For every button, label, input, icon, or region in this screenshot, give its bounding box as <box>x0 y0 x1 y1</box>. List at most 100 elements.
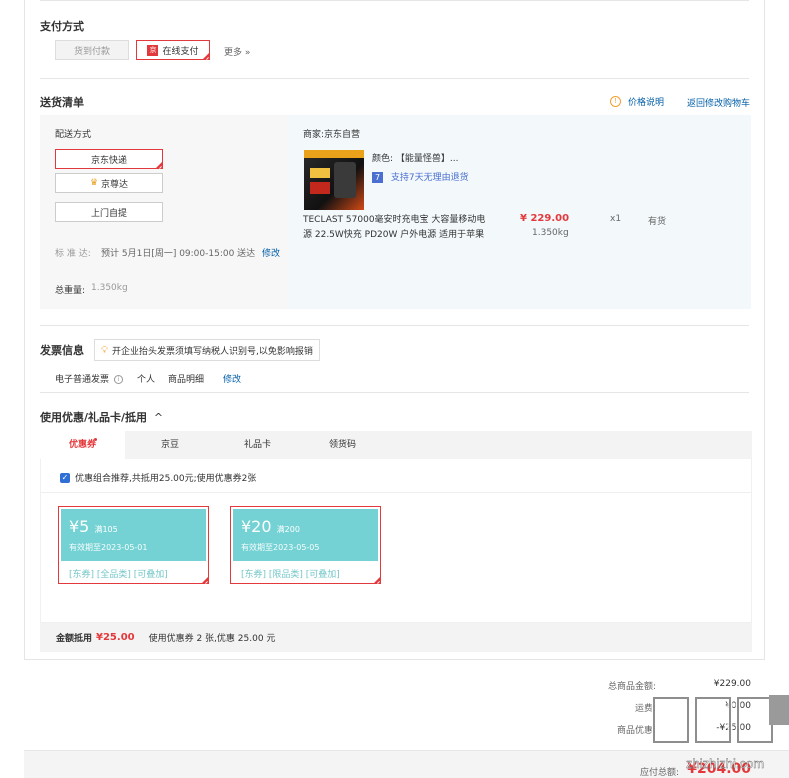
selected-corner-icon <box>202 52 210 60</box>
selected-corner-icon <box>155 161 163 169</box>
product-name-line1[interactable]: TECLAST 57000毫安时充电宝 大容量移动电 <box>303 212 485 225</box>
tab-giftcard[interactable]: 礼品卡 <box>230 431 285 459</box>
crown-icon: ♛ <box>89 178 99 188</box>
discount-row: 商品优惠: -¥25.00 <box>531 723 751 737</box>
coupon-card-header: ¥5 满105 有效期至2023-05-01 <box>61 509 206 561</box>
bulb-icon: 💡︎ <box>101 344 108 356</box>
back-to-cart-link[interactable]: 返回修改购物车 <box>687 96 750 109</box>
discount-label: 商品优惠: <box>616 726 656 736</box>
image-banner <box>304 150 364 158</box>
jd-express-label: 京东快递 <box>90 155 127 166</box>
image-label-block <box>310 182 330 194</box>
invoice-type-label: 电子普通发票 <box>55 375 110 385</box>
coupon-valid: 有效期至2023-05-05 <box>241 543 320 552</box>
product-panel: 商家:京东自营 颜色: 【能量怪兽】... 7 支持7天无理由退货 TECLAS… <box>288 115 751 309</box>
coupon-amount-group: ¥20 满200 <box>241 517 300 536</box>
standard-delivery-label: 标 准 达: <box>55 249 91 259</box>
top-divider <box>40 0 749 1</box>
freight-row: 运费: ¥0.00 <box>531 701 751 715</box>
return-tag: 7 支持7天无理由退货 <box>372 170 469 183</box>
merchant-label: 商家:京东自营 <box>303 130 361 140</box>
jd-express-button[interactable]: 京东快递 <box>55 149 163 169</box>
price-note-label: 价格说明 <box>628 98 665 108</box>
coupon-card-1[interactable]: ¥5 满105 有效期至2023-05-01 [东券] [全品类] [可叠加] <box>58 506 209 584</box>
coupon-summary: 金额抵用 ¥25.00 使用优惠券 2 张,优惠 25.00 元 <box>40 623 752 652</box>
coupon-list-area: ✓ 优惠组合推荐,共抵用25.00元;使用优惠券2张 ¥5 满105 有效期至2… <box>40 459 752 623</box>
self-pickup-button[interactable]: 上门自提 <box>55 202 163 222</box>
info-icon[interactable]: i <box>113 375 123 384</box>
product-price: ¥ 229.00 <box>520 213 570 224</box>
invoice-detail: 商品明细 <box>168 375 205 385</box>
side-float-button[interactable] <box>769 695 789 725</box>
payable-bar: 应付总额: ¥204.00 <box>24 750 789 778</box>
coupon-tabs: 优惠券 京豆 礼品卡 领货码 <box>40 431 752 459</box>
coupon-card-2[interactable]: ¥20 满200 有效期至2023-05-05 [东券] [限品类] [可叠加] <box>230 506 381 584</box>
self-pickup-label: 上门自提 <box>90 208 127 219</box>
coupon-condition: 满200 <box>276 525 300 534</box>
product-image[interactable] <box>304 150 364 210</box>
coupon-card-header: ¥20 满200 有效期至2023-05-05 <box>233 509 378 561</box>
product-color: 颜色: 【能量怪兽】... <box>372 151 459 164</box>
delivery-method-label: 配送方式 <box>55 130 92 140</box>
coupon-title[interactable]: 使用优惠/礼品卡/抵用 ^ <box>40 409 163 425</box>
coupon-valid: 有效期至2023-05-01 <box>69 543 148 552</box>
recommend-row: ✓ 优惠组合推荐,共抵用25.00元;使用优惠券2张 <box>60 471 256 484</box>
freight-label: 运费: <box>634 704 656 714</box>
product-qty: x1 <box>610 214 622 224</box>
tab-coupons[interactable]: 优惠券 <box>40 431 125 459</box>
total-weight-label: 总重量: <box>55 286 86 296</box>
coupon-amount: ¥5 <box>69 517 90 536</box>
color-label: 颜色: <box>372 154 394 164</box>
tab-jingdou[interactable]: 京豆 <box>145 431 195 459</box>
coupon-condition: 满105 <box>94 525 118 534</box>
image-powerbank <box>334 162 356 198</box>
product-name-line2[interactable]: 源 22.5W快充 PD20W 户外电源 适用于苹果 <box>303 227 484 240</box>
payable-label: 应付总额: <box>639 768 679 778</box>
more-payment-link[interactable]: 更多 » <box>224 45 250 58</box>
discount-value: -¥25.00 <box>716 723 751 733</box>
total-weight-value: 1.350kg <box>91 283 128 293</box>
online-pay-label: 在线支付 <box>162 46 199 57</box>
invoice-modify-link[interactable]: 修改 <box>223 372 241 385</box>
image-label-block <box>310 168 330 178</box>
jd-premium-label: 京尊达 <box>101 179 129 190</box>
summary-detail: 使用优惠券 2 张,优惠 25.00 元 <box>148 634 276 644</box>
coupon-amount: ¥20 <box>241 517 272 536</box>
total-goods-value: ¥229.00 <box>713 679 751 689</box>
standard-delivery-modify[interactable]: 修改 <box>262 246 280 259</box>
coupon-tags: [东券] [全品类] [可叠加] <box>69 570 168 580</box>
color-value: 【能量怪兽】... <box>395 154 459 164</box>
coupon-divider <box>41 492 751 493</box>
total-goods-row: 总商品金额: ¥229.00 <box>531 679 751 693</box>
payment-divider <box>40 78 749 79</box>
tab-pickup-code[interactable]: 领货码 <box>315 431 370 459</box>
invoice-type: 电子普通发票 i <box>55 372 123 385</box>
online-pay-button[interactable]: 京 在线支付 <box>136 40 210 60</box>
payment-title: 支付方式 <box>40 20 84 33</box>
summary-label: 金额抵用 <box>56 634 93 644</box>
cod-button[interactable]: 货到付款 <box>55 40 129 60</box>
tab-coupons-label: 优惠券 <box>68 440 96 450</box>
invoice-tip: 💡︎ 开企业抬头发票须填写纳税人识别号,以免影响报销 <box>94 339 320 361</box>
selected-corner-icon <box>201 576 209 584</box>
coupon-tags: [东券] [限品类] [可叠加] <box>241 570 340 580</box>
checkout-panel: 支付方式 货到付款 京 在线支付 更多 » 送货清单 ! 价格说明 返回修改购物… <box>24 0 765 660</box>
product-stock: 有货 <box>648 217 667 227</box>
recommend-text: 优惠组合推荐,共抵用25.00元;使用优惠券2张 <box>75 474 257 484</box>
jd-pay-icon: 京 <box>147 44 159 56</box>
recommend-checkbox[interactable]: ✓ <box>60 472 70 483</box>
product-weight: 1.350kg <box>532 228 569 238</box>
info-icon: ! <box>610 96 621 107</box>
jd-premium-button[interactable]: ♛ 京尊达 <box>55 173 163 193</box>
freight-value: ¥0.00 <box>725 701 751 711</box>
return-tag-label: 支持7天无理由退货 <box>390 173 469 183</box>
total-goods-label: 总商品金额: <box>607 682 656 692</box>
coupon-amount-group: ¥5 满105 <box>69 517 118 536</box>
coupon-title-label: 使用优惠/礼品卡/抵用 <box>40 411 148 424</box>
return-tag-icon: 7 <box>372 172 383 183</box>
price-note-link[interactable]: ! 价格说明 <box>610 95 664 108</box>
cod-label: 货到付款 <box>73 46 110 57</box>
invoice-tip-text: 开企业抬头发票须填写纳税人识别号,以免影响报销 <box>112 346 313 357</box>
invoice-divider <box>40 392 749 393</box>
shipping-divider <box>40 325 749 326</box>
